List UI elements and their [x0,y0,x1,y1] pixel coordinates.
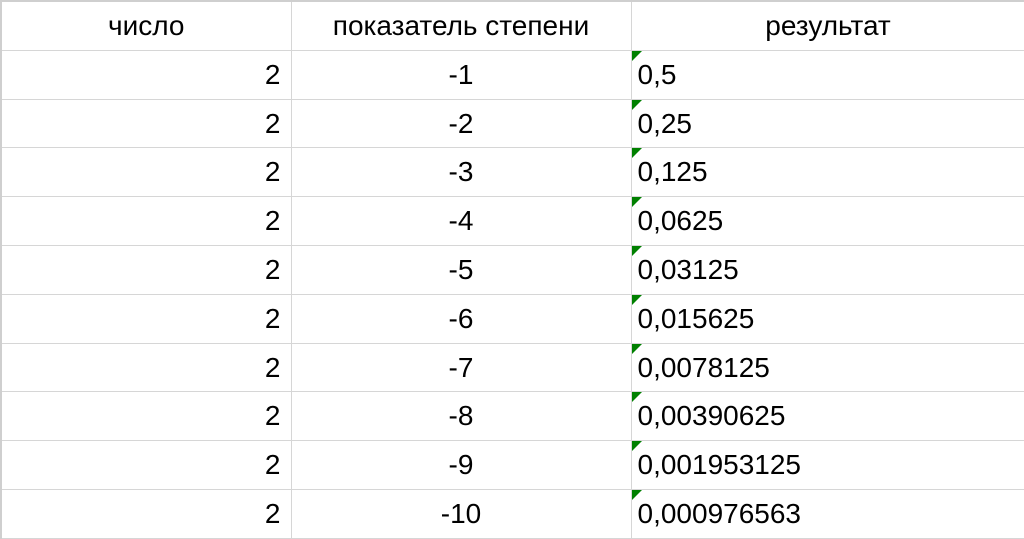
cell-exponent[interactable]: -10 [291,489,631,538]
cell-result-value: 0,00390625 [638,400,786,431]
error-flag-icon [632,197,642,207]
header-row: число показатель степени результат [1,1,1024,50]
error-flag-icon [632,100,642,110]
cell-result[interactable]: 0,001953125 [631,441,1024,490]
cell-result[interactable]: 0,0625 [631,197,1024,246]
cell-exponent[interactable]: -1 [291,50,631,99]
cell-exponent[interactable]: -3 [291,148,631,197]
table-row: 2 -2 0,25 [1,99,1024,148]
cell-result-value: 0,0078125 [638,352,770,383]
cell-result[interactable]: 0,25 [631,99,1024,148]
error-flag-icon [632,490,642,500]
cell-result-value: 0,5 [638,59,677,90]
header-exponent[interactable]: показатель степени [291,1,631,50]
cell-number[interactable]: 2 [1,489,291,538]
cell-result-value: 0,000976563 [638,498,802,529]
cell-number[interactable]: 2 [1,148,291,197]
data-table: число показатель степени результат 2 -1 … [0,0,1024,539]
cell-exponent[interactable]: -9 [291,441,631,490]
table-row: 2 -8 0,00390625 [1,392,1024,441]
cell-result[interactable]: 0,5 [631,50,1024,99]
error-flag-icon [632,392,642,402]
cell-number[interactable]: 2 [1,99,291,148]
error-flag-icon [632,295,642,305]
error-flag-icon [632,246,642,256]
table-row: 2 -4 0,0625 [1,197,1024,246]
cell-number[interactable]: 2 [1,245,291,294]
header-number[interactable]: число [1,1,291,50]
error-flag-icon [632,148,642,158]
cell-result[interactable]: 0,125 [631,148,1024,197]
table-row: 2 -3 0,125 [1,148,1024,197]
cell-result-value: 0,25 [638,108,693,139]
table-row: 2 -7 0,0078125 [1,343,1024,392]
error-flag-icon [632,441,642,451]
cell-result-value: 0,0625 [638,205,724,236]
header-result[interactable]: результат [631,1,1024,50]
table-row: 2 -9 0,001953125 [1,441,1024,490]
spreadsheet-grid[interactable]: число показатель степени результат 2 -1 … [0,0,1024,526]
cell-exponent[interactable]: -2 [291,99,631,148]
cell-number[interactable]: 2 [1,197,291,246]
cell-exponent[interactable]: -5 [291,245,631,294]
cell-result[interactable]: 0,03125 [631,245,1024,294]
cell-result[interactable]: 0,0078125 [631,343,1024,392]
table-row: 2 -6 0,015625 [1,294,1024,343]
cell-result-value: 0,125 [638,156,708,187]
cell-result-value: 0,001953125 [638,449,802,480]
table-row: 2 -1 0,5 [1,50,1024,99]
table-row: 2 -5 0,03125 [1,245,1024,294]
cell-exponent[interactable]: -8 [291,392,631,441]
table-row: 2 -10 0,000976563 [1,489,1024,538]
cell-number[interactable]: 2 [1,50,291,99]
cell-result-value: 0,015625 [638,303,755,334]
cell-result[interactable]: 0,000976563 [631,489,1024,538]
cell-result[interactable]: 0,015625 [631,294,1024,343]
cell-number[interactable]: 2 [1,294,291,343]
cell-result-value: 0,03125 [638,254,739,285]
cell-result[interactable]: 0,00390625 [631,392,1024,441]
error-flag-icon [632,344,642,354]
cell-number[interactable]: 2 [1,343,291,392]
cell-exponent[interactable]: -7 [291,343,631,392]
cell-number[interactable]: 2 [1,441,291,490]
cell-exponent[interactable]: -6 [291,294,631,343]
error-flag-icon [632,51,642,61]
cell-exponent[interactable]: -4 [291,197,631,246]
cell-number[interactable]: 2 [1,392,291,441]
